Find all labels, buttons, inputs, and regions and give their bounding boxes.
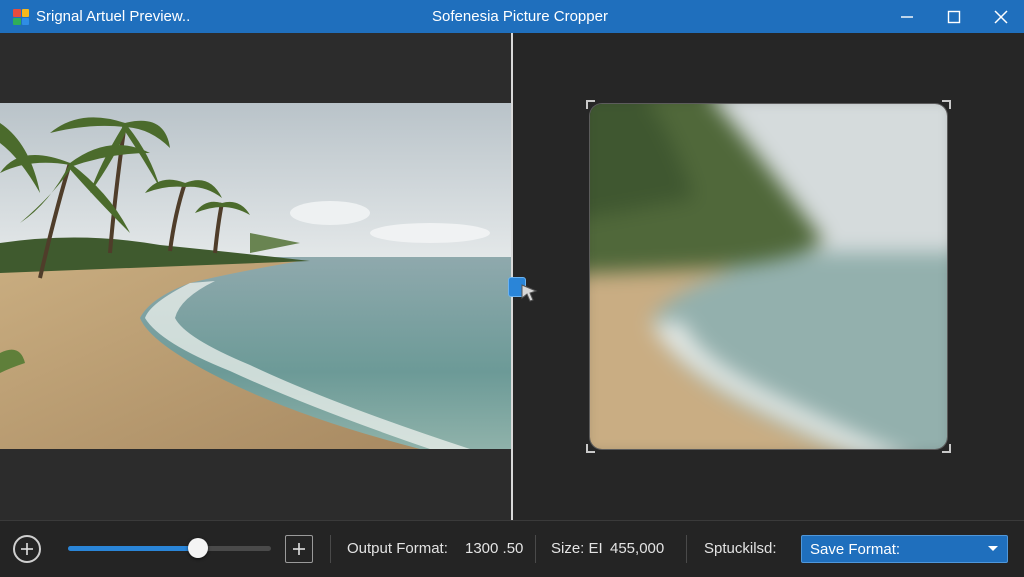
zoom-in-button[interactable] — [285, 535, 313, 563]
crop-corner-bottom-right[interactable] — [941, 443, 951, 453]
zoom-out-button[interactable] — [13, 535, 41, 563]
original-beach-photo — [0, 103, 511, 449]
maximize-button[interactable] — [931, 0, 977, 33]
minimize-button[interactable] — [884, 0, 930, 33]
output-format-value: 1300 .50 — [465, 540, 524, 557]
maximize-icon — [947, 10, 961, 23]
blurred-beach-photo — [590, 104, 947, 449]
toolbar-separator — [330, 535, 331, 563]
zoom-slider[interactable] — [68, 546, 271, 551]
save-format-value: Save Format: — [810, 541, 901, 558]
minimize-icon — [901, 15, 913, 18]
close-button[interactable] — [978, 0, 1024, 33]
plus-square-icon — [293, 543, 305, 555]
status-label: Sptuckilsd: — [704, 540, 777, 557]
toolbar-separator — [686, 535, 687, 563]
save-format-dropdown[interactable]: Save Format: — [801, 535, 1008, 563]
app-grid-icon — [13, 9, 29, 25]
size-value: 455,000 — [610, 540, 665, 557]
title-bar: Srignal Artuel Preview.. Sofenesia Pictu… — [0, 0, 1024, 33]
output-format-label: Output Format: — [347, 540, 448, 557]
crop-corner-top-left[interactable] — [586, 100, 596, 110]
zoom-slider-thumb[interactable] — [187, 538, 208, 558]
pointer-cursor-icon — [521, 284, 538, 302]
crop-preview[interactable] — [590, 104, 947, 449]
bottom-toolbar: Output Format: 1300 .50 Size: EI 455,000… — [0, 520, 1024, 577]
crop-corner-bottom-left[interactable] — [586, 443, 596, 453]
size-label: Size: EI — [551, 540, 603, 557]
document-title: Srignal Artuel Preview.. — [36, 8, 191, 25]
crop-corner-top-right[interactable] — [941, 100, 951, 110]
zoom-slider-fill — [68, 546, 198, 551]
toolbar-separator — [535, 535, 536, 563]
original-image-pane[interactable] — [0, 33, 511, 520]
close-icon — [994, 9, 1008, 24]
plus-circle-icon — [21, 543, 33, 555]
chevron-down-icon — [988, 546, 998, 551]
